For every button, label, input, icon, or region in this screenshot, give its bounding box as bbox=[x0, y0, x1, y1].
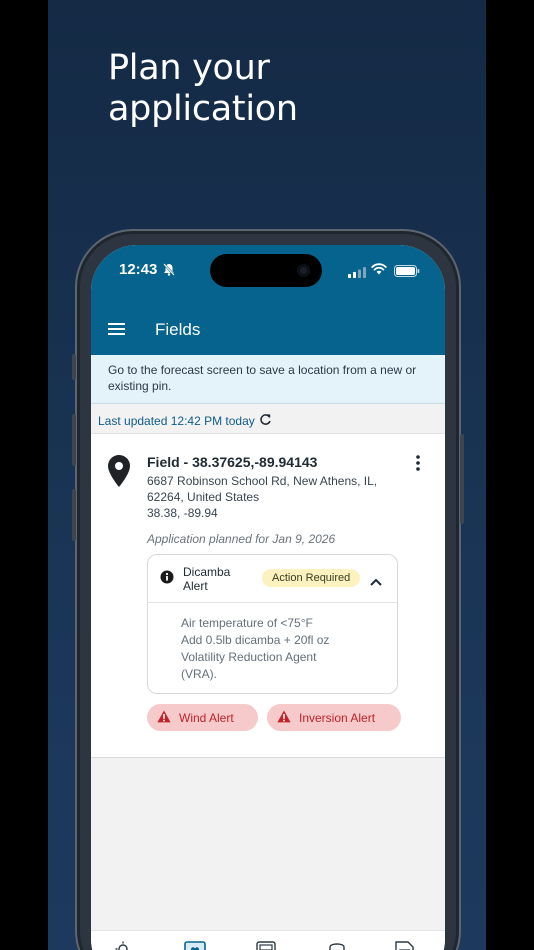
dicamba-alert-header[interactable]: Dicamba Alert Action Required bbox=[148, 555, 397, 603]
promo-panel: Plan your application 12:43 Fields Go to… bbox=[48, 0, 486, 950]
status-time: 12:43 bbox=[119, 261, 158, 278]
bottom-navigation bbox=[91, 930, 445, 950]
last-updated-refresh[interactable]: Last updated 12:42 PM today bbox=[98, 413, 272, 429]
dicamba-alert-panel: Dicamba Alert Action Required Air temper… bbox=[147, 554, 398, 694]
application-planned-date: Application planned for Jan 9, 2026 bbox=[147, 532, 336, 546]
dicamba-alert-line: (VRA). bbox=[181, 667, 217, 681]
field-coordinates: 38.38, -89.94 bbox=[147, 506, 218, 520]
status-bar: 12:43 bbox=[91, 245, 445, 305]
warning-icon bbox=[157, 710, 171, 726]
promo-headline: Plan your application bbox=[108, 48, 298, 129]
phone-mute-switch bbox=[72, 354, 76, 380]
inversion-alert-chip[interactable]: Inversion Alert bbox=[267, 704, 401, 731]
info-banner: Go to the forecast screen to save a loca… bbox=[91, 355, 445, 404]
dynamic-island bbox=[210, 254, 322, 287]
info-icon bbox=[160, 570, 174, 589]
refresh-icon[interactable] bbox=[259, 413, 272, 429]
field-address: 6687 Robinson School Rd, New Athens, IL,… bbox=[147, 474, 378, 504]
field-name: Field - 38.37625,-89.94143 bbox=[147, 454, 318, 470]
dicamba-alert-line: Volatility Reduction Agent bbox=[181, 650, 317, 664]
dicamba-alert-title: Dicamba Alert bbox=[183, 565, 231, 593]
hamburger-menu-icon[interactable] bbox=[107, 319, 127, 339]
phone-volume-down bbox=[72, 489, 76, 541]
chevron-up-icon[interactable] bbox=[370, 573, 382, 591]
page-title: Fields bbox=[155, 320, 201, 339]
fields-icon[interactable] bbox=[183, 941, 207, 950]
dicamba-alert-details: Air temperature of <75°F Add 0.5lb dicam… bbox=[181, 615, 381, 683]
field-card[interactable]: Field - 38.37625,-89.94143 6687 Robinson… bbox=[91, 433, 445, 758]
app-bar: Fields bbox=[91, 305, 445, 355]
battery-icon bbox=[394, 264, 420, 282]
dicamba-alert-line: Add 0.5lb dicamba + 20fl oz bbox=[181, 633, 330, 647]
calculator-icon[interactable] bbox=[255, 941, 277, 950]
records-icon[interactable] bbox=[393, 941, 415, 950]
camera-icon bbox=[297, 264, 310, 277]
last-updated-label: Last updated 12:42 PM today bbox=[98, 414, 255, 428]
location-pin-icon bbox=[107, 454, 131, 493]
phone-power-button bbox=[460, 434, 464, 524]
wind-alert-chip[interactable]: Wind Alert bbox=[147, 704, 258, 731]
bell-muted-icon bbox=[163, 263, 175, 281]
more-options-icon[interactable] bbox=[413, 454, 423, 472]
phone-frame: 12:43 Fields Go to the forecast screen t… bbox=[72, 229, 464, 950]
weather-icon[interactable] bbox=[111, 941, 141, 950]
cellular-signal-icon bbox=[348, 265, 366, 283]
wind-alert-label: Wind Alert bbox=[179, 710, 234, 725]
phone-volume-up bbox=[72, 414, 76, 466]
sprayer-icon[interactable] bbox=[324, 941, 350, 950]
wifi-icon bbox=[371, 262, 387, 280]
phone-screen: 12:43 Fields Go to the forecast screen t… bbox=[91, 245, 445, 950]
action-required-badge: Action Required bbox=[262, 569, 361, 587]
dicamba-alert-line: Air temperature of <75°F bbox=[181, 616, 313, 630]
inversion-alert-label: Inversion Alert bbox=[299, 710, 376, 725]
warning-icon bbox=[277, 710, 291, 726]
